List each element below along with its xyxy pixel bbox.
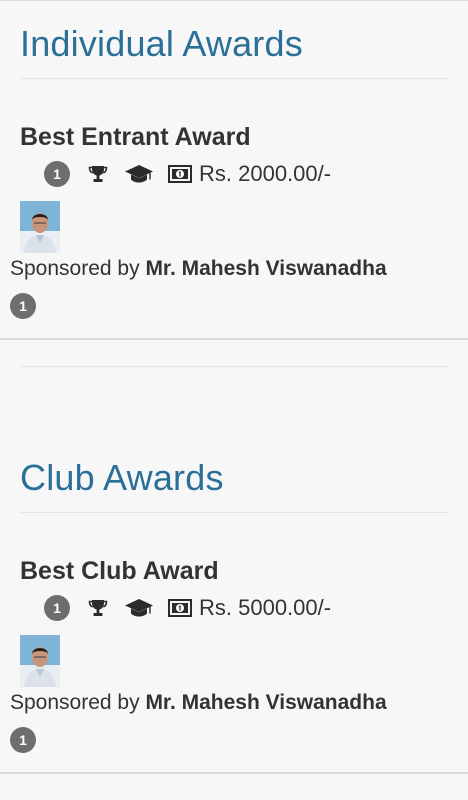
section-end-divider: [0, 772, 468, 774]
sponsor-line: Sponsored by Mr. Mahesh Viswanadha: [10, 256, 387, 282]
award-count-badge: 1: [44, 161, 70, 187]
trophy-icon: [87, 598, 109, 618]
divider: [20, 366, 448, 367]
graduation-cap-icon: [123, 598, 155, 618]
top-divider: [0, 0, 468, 1]
sponsor-name[interactable]: Mr. Mahesh Viswanadha: [145, 691, 386, 714]
award-name: Best Entrant Award: [20, 123, 251, 151]
sponsor-prefix: Sponsored by: [10, 691, 146, 714]
sponsor-count-badge: 1: [10, 727, 36, 753]
award-amount: Rs. 2000.00/-: [199, 161, 332, 186]
sponsor-line: Sponsored by Mr. Mahesh Viswanadha: [10, 690, 387, 716]
money-icon: [167, 165, 193, 183]
award-amount: Rs. 5000.00/-: [199, 595, 332, 620]
award-meta-row: 1: [44, 594, 331, 622]
graduation-cap-icon: [123, 164, 155, 184]
award-meta-row: 1: [44, 160, 331, 188]
money-icon: [167, 599, 193, 617]
sponsor-avatar[interactable]: [20, 635, 60, 687]
section-divider: [20, 78, 448, 79]
award-count-badge: 1: [44, 595, 70, 621]
award-name: Best Club Award: [20, 557, 219, 585]
section-divider: [20, 512, 448, 513]
sponsor-prefix: Sponsored by: [10, 257, 146, 280]
sponsor-avatar[interactable]: [20, 201, 60, 253]
sponsor-count-badge: 1: [10, 293, 36, 319]
section-title: Individual Awards: [20, 23, 303, 64]
section-end-divider: [0, 338, 468, 340]
section-title: Club Awards: [20, 457, 224, 498]
trophy-icon: [87, 164, 109, 184]
sponsor-name[interactable]: Mr. Mahesh Viswanadha: [145, 257, 386, 280]
